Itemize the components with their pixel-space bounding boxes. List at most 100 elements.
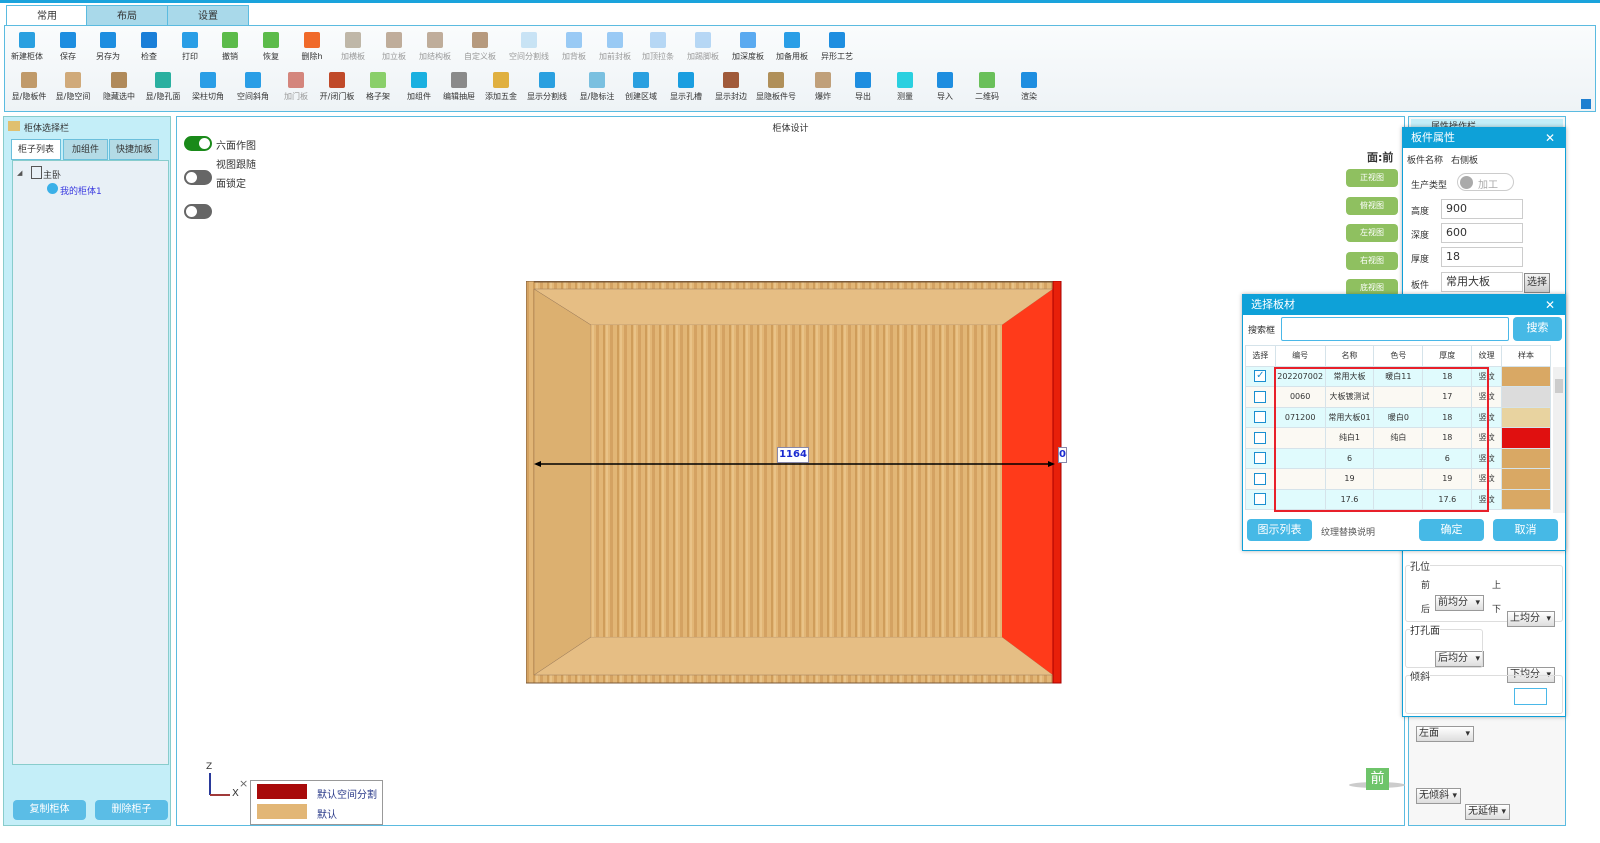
toolbar-button-show-hide-hole[interactable]: 显/隐孔面 [140,72,186,102]
view-button[interactable]: 右视图 [1346,251,1398,270]
toolbar-button-render[interactable]: 渲染 [1006,72,1052,102]
toolbar-button-create-area[interactable]: 创建区域 [618,72,664,102]
table-row[interactable]: 17.6 17.6 竖纹 [1245,488,1551,510]
row-checkbox[interactable] [1254,431,1267,444]
toolbar-button-custom-board[interactable]: 自定义板 [457,32,503,62]
cabinet-drawing[interactable] [526,281,1063,685]
right-panel-edge[interactable] [1052,281,1062,684]
tab-quick-board[interactable]: 快捷加板 [109,139,159,160]
column-header[interactable]: 选择 [1245,345,1276,367]
tab-layout[interactable]: 布局 [86,5,168,26]
grid-view-icon[interactable] [1581,99,1591,109]
row-checkbox[interactable] [1254,472,1267,485]
drill-face-select[interactable]: 左面 [1416,726,1474,742]
front-view-cube[interactable]: 前 [1366,768,1389,790]
search-button[interactable]: 搜索 [1513,317,1562,341]
tab-add-component[interactable]: 加组件 [63,139,108,160]
collapse-icon[interactable]: ◢ [17,169,22,177]
toolbar-button-grid-shelf[interactable]: 格子架 [355,72,401,102]
toolbar-button-front-seal[interactable]: 加前封板 [592,32,638,62]
tilt-value-input[interactable] [1514,688,1547,705]
toolbar-button-spare-board[interactable]: 加备用板 [769,32,815,62]
top-panel[interactable] [533,288,1054,326]
height-input[interactable]: 900 [1441,199,1523,219]
toolbar-button-space-bevel[interactable]: 空间斜角 [230,72,276,102]
toolbar-button-hide-selected[interactable]: 隐藏选中 [96,72,142,102]
toolbar-button-vertical-board[interactable]: 加立板 [371,32,417,62]
column-header[interactable]: 名称 [1324,345,1375,367]
toolbar-button-show-hide-dimension[interactable]: 显/隐标注 [574,72,620,102]
table-row[interactable]: 19 19 竖纹 [1245,468,1551,490]
cancel-button[interactable]: 取消 [1493,519,1558,541]
production-type-toggle[interactable]: 加工 [1457,173,1514,191]
column-header[interactable]: 色号 [1373,345,1424,367]
select-board-button[interactable]: 选择 [1524,273,1550,293]
search-input[interactable] [1281,317,1509,341]
row-checkbox[interactable] [1254,493,1267,506]
column-header[interactable]: 编号 [1274,345,1326,367]
legend-list-button[interactable]: 图示列表 [1247,519,1312,541]
toolbar-button-save-as[interactable]: 另存为 [85,32,131,62]
view-button[interactable]: 俯视图 [1346,196,1398,215]
toolbar-button-qrcode[interactable]: 二维码 [964,72,1010,102]
row-checkbox[interactable] [1254,411,1267,424]
dimension-width-label[interactable]: 1164 [777,447,809,463]
table-row[interactable]: 071200 常用大板01 暖白0 18 竖纹 [1245,406,1551,428]
toolbar-button-show-hide-space[interactable]: 显/隐空间 [50,72,96,102]
back-panel[interactable] [591,325,1002,637]
table-row[interactable]: 纯白1 纯白 18 竖纹 [1245,427,1551,449]
toolbar-button-hardware[interactable]: 添加五金 [478,72,524,102]
toolbar-button-back-board[interactable]: 加背板 [551,32,597,62]
bottom-panel[interactable] [533,636,1054,676]
table-scrollbar[interactable] [1553,367,1565,513]
toolbar-button-kickboard[interactable]: 加踢脚板 [680,32,726,62]
toolbar-button-horizontal-board[interactable]: 加横板 [330,32,376,62]
board-input[interactable]: 常用大板 [1441,272,1523,292]
toolbar-button-structure-board[interactable]: 加结构板 [412,32,458,62]
toolbar-button-space-divider[interactable]: 空间分割线 [506,32,552,62]
front-hole-select[interactable]: 前均分 [1435,595,1484,611]
table-row[interactable]: 0060 大板镀测试 17 竖纹 [1245,386,1551,408]
table-row[interactable]: 6 6 竖纹 [1245,447,1551,469]
toolbar-button-new-cabinet[interactable]: 新建柜体 [4,32,50,62]
toolbar-button-undo[interactable]: 撤销 [207,32,253,62]
tilt-select[interactable]: 无倾斜 [1416,788,1461,804]
toolbar-button-edit-drawer[interactable]: 编辑抽屉 [436,72,482,102]
tab-common[interactable]: 常用 [6,5,88,26]
toolbar-button-door[interactable]: 加门板 [273,72,319,102]
column-header[interactable]: 样本 [1501,345,1551,367]
toolbar-button-show-divider[interactable]: 显示分割线 [524,72,570,102]
toolbar-button-beam-cut[interactable]: 梁柱切角 [185,72,231,102]
toggle-switch[interactable] [184,136,212,151]
table-row[interactable]: ✓ 202207002 常用大板 暖白11 18 竖纹 [1245,365,1551,387]
row-checkbox[interactable]: ✓ [1254,370,1267,383]
legend-close-icon[interactable]: × [239,777,248,790]
thickness-input[interactable]: 18 [1441,247,1523,267]
dimension-right-label[interactable]: 0 [1058,447,1067,463]
view-button[interactable]: 正视图 [1346,169,1398,187]
toolbar-button-open-close-door[interactable]: 开/闭门板 [314,72,360,102]
toolbar-button-delete[interactable]: 删除h [289,32,335,62]
toolbar-button-export[interactable]: 导出 [840,72,886,102]
close-icon[interactable]: ✕ [1545,128,1555,148]
row-checkbox[interactable] [1254,452,1267,465]
column-header[interactable]: 纹理 [1471,345,1503,367]
texture-note-link[interactable]: 纹理替换说明 [1321,525,1375,538]
toolbar-button-show-hide-board[interactable]: 显/隐板件 [6,72,52,102]
extend-select[interactable]: 无延伸 [1465,804,1510,820]
toolbar-button-show-edge[interactable]: 显示封边 [708,72,754,102]
tree-item-my-cabinet[interactable]: 我的柜体1 [60,184,102,197]
ok-button[interactable]: 确定 [1419,519,1484,541]
toolbar-button-show-holes[interactable]: 显示孔槽 [663,72,709,102]
left-panel[interactable] [533,288,592,676]
toolbar-button-special-shape[interactable]: 异形工艺 [814,32,860,62]
toolbar-button-check[interactable]: 检查 [126,32,172,62]
delete-cabinet-button[interactable]: 删除柜子 [95,800,168,820]
cabinet-design-canvas[interactable]: 柜体设计 六面作图 视图跟随 面锁定 面:前 正视图 俯视图 左视图 右视图 底视图 116… [176,116,1405,826]
toggle-switch[interactable] [184,170,212,185]
toolbar-button-import[interactable]: 导入 [922,72,968,102]
toolbar-button-top-strip[interactable]: 加顶拉条 [635,32,681,62]
close-icon[interactable]: ✕ [1545,295,1555,315]
toggle-switch[interactable] [184,204,212,219]
copy-cabinet-button[interactable]: 复制柜体 [13,800,86,820]
